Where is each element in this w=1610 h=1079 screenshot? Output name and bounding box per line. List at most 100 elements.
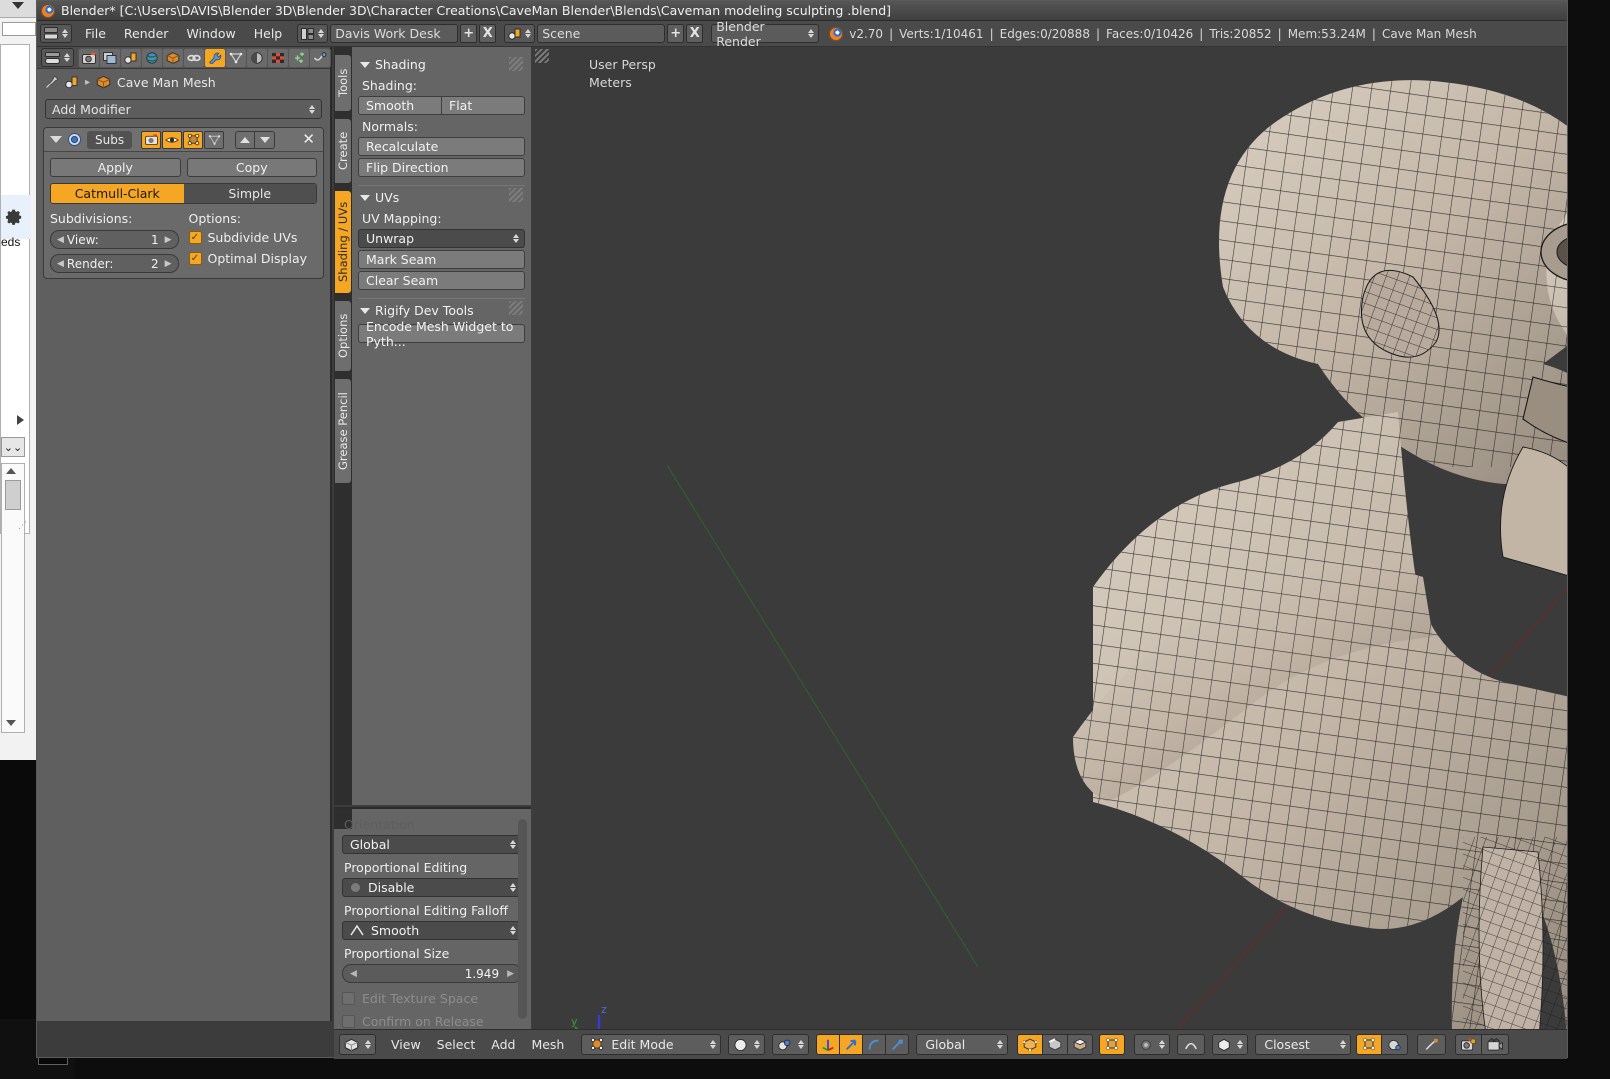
physics-tab[interactable] [310,49,330,67]
tab-options[interactable]: Options [335,301,351,371]
edit-mode-toggle[interactable] [183,131,203,149]
scrollbar-thumb[interactable] [5,480,21,510]
mark-seam-button[interactable]: Mark Seam [358,250,525,269]
unwrap-dropdown[interactable]: Unwrap [358,229,525,248]
properties-editor-icon[interactable] [41,48,74,67]
add-scene-button[interactable]: + [667,24,684,43]
viewport-shading-selector[interactable] [728,1034,765,1055]
scene-selector-icon[interactable] [504,24,535,43]
texture-tab[interactable] [268,49,288,67]
object-tab[interactable] [163,49,183,67]
resize-grip[interactable]: ⋰ [18,521,27,531]
shading-panel-header[interactable]: Shading [360,57,525,72]
menu-select[interactable]: Select [429,1035,484,1054]
catmull-clark-button[interactable]: Catmull-Clark [51,184,184,203]
modifiers-tab[interactable] [205,49,225,67]
snap-target-selector[interactable]: Closest [1255,1034,1351,1055]
render-toggle[interactable] [141,131,161,149]
render-layers-tab[interactable] [100,49,120,67]
rotate-manipulator-button[interactable] [863,1034,886,1055]
background-window[interactable]: eds ⌄⌄ ⋰ [0,0,40,760]
mode-selector[interactable]: Edit Mode [581,1034,721,1055]
proportional-size-field[interactable]: ◀ 1.949 ▶ [342,964,522,983]
move-modifier-down-button[interactable] [255,131,275,149]
expand-button[interactable]: ⌄⌄ [1,437,25,457]
simple-button[interactable]: Simple [184,184,317,203]
edge-select-mode[interactable] [1043,1034,1068,1055]
falloff-selector[interactable] [1177,1034,1205,1055]
confirm-on-release-checkbox[interactable]: Confirm on Release [342,1014,522,1029]
realtime-toggle[interactable] [162,131,182,149]
uvs-panel-header[interactable]: UVs [360,190,525,205]
snap-during-transform-toggle[interactable] [1382,1034,1408,1055]
recalculate-normals-button[interactable]: Recalculate [358,137,525,156]
proportional-editing-dropdown[interactable]: Disable [342,878,522,897]
tab-tools[interactable]: Tools [335,55,351,111]
scene-tab[interactable] [121,49,141,67]
material-tab[interactable] [247,49,267,67]
x-close-icon[interactable]: ✕ [302,132,317,147]
menu-window[interactable]: Window [177,24,244,43]
apply-button[interactable]: Apply [50,158,181,177]
flat-shading-button[interactable]: Flat [442,96,525,115]
manipulator-toggle[interactable] [816,1034,840,1055]
3d-viewport[interactable]: User Persp Meters [533,47,1567,1059]
menu-file[interactable]: File [76,24,115,43]
scale-manipulator-button[interactable] [886,1034,909,1055]
menu-view[interactable]: View [383,1035,429,1054]
render-subdivisions-field[interactable]: ◀ Render: 2 ▶ [50,254,179,273]
render-image-button[interactable] [1455,1034,1482,1055]
screen-layout-icon[interactable] [297,24,328,43]
caveman-mesh-model[interactable] [533,47,1567,1059]
data-tab[interactable] [226,49,246,67]
tab-grease-pencil[interactable]: Grease Pencil [335,379,351,483]
translate-manipulator-icon[interactable] [1543,297,1567,447]
background-window-scrollbar[interactable] [1,463,25,733]
render-tab[interactable] [79,49,99,67]
menu-mesh[interactable]: Mesh [523,1035,572,1054]
flip-direction-button[interactable]: Flip Direction [358,158,525,177]
optimal-display-checkbox[interactable]: ✓ Optimal Display [189,251,318,266]
tab-create[interactable]: Create [335,119,351,183]
translate-manipulator-button[interactable] [840,1034,863,1055]
viewport-corner-grip[interactable] [535,49,549,63]
rigify-panel-header[interactable]: Rigify Dev Tools [360,303,525,318]
particles-tab[interactable] [289,49,309,67]
move-modifier-up-button[interactable] [235,131,255,149]
clear-seam-button[interactable]: Clear Seam [358,271,525,290]
menu-add[interactable]: Add [483,1035,523,1054]
delete-screen-layout-button[interactable]: X [479,24,496,43]
scene-field[interactable]: Scene [537,24,665,43]
transform-orientation-selector[interactable]: Global [916,1034,1008,1055]
pivot-point-selector[interactable] [772,1034,809,1055]
background-window-field[interactable] [2,22,36,36]
operator-panel-scrollbar[interactable] [518,819,527,1019]
modifier-name[interactable]: Subs [87,131,132,149]
screen-layout-field[interactable]: Davis Work Desk [330,24,458,43]
vertex-select-mode[interactable] [1017,1034,1043,1055]
proportional-editing-selector[interactable] [1134,1034,1170,1055]
copy-button[interactable]: Copy [187,158,318,177]
snap-magnet-toggle[interactable] [1356,1034,1382,1055]
editor-type-selector[interactable] [40,24,72,43]
edit-texture-space-checkbox[interactable]: Edit Texture Space [342,991,522,1006]
render-animation-button[interactable] [1482,1034,1509,1055]
add-screen-layout-button[interactable]: + [460,24,477,43]
proportional-falloff-dropdown[interactable]: Smooth [342,921,522,940]
snap-element-selector[interactable] [1212,1034,1248,1055]
auto-merge-button[interactable] [1417,1034,1446,1055]
menu-render[interactable]: Render [115,24,178,43]
world-tab[interactable] [142,49,162,67]
delete-scene-button[interactable]: X [686,24,703,43]
orientation-dropdown[interactable]: Global [342,835,522,854]
add-modifier-button[interactable]: Add Modifier [45,99,322,119]
tab-shading-uvs[interactable]: Shading / UVs [335,191,351,293]
subdivide-uvs-checkbox[interactable]: ✓ Subdivide UVs [189,230,318,245]
on-cage-toggle[interactable] [204,131,224,149]
face-select-mode[interactable] [1068,1034,1093,1055]
limit-selection-to-visible-toggle[interactable] [1099,1034,1125,1055]
menu-help[interactable]: Help [245,24,292,43]
view-subdivisions-field[interactable]: ◀ View: 1 ▶ [50,230,179,249]
render-engine-selector[interactable]: Blender Render [711,24,819,43]
smooth-shading-button[interactable]: Smooth [358,96,442,115]
